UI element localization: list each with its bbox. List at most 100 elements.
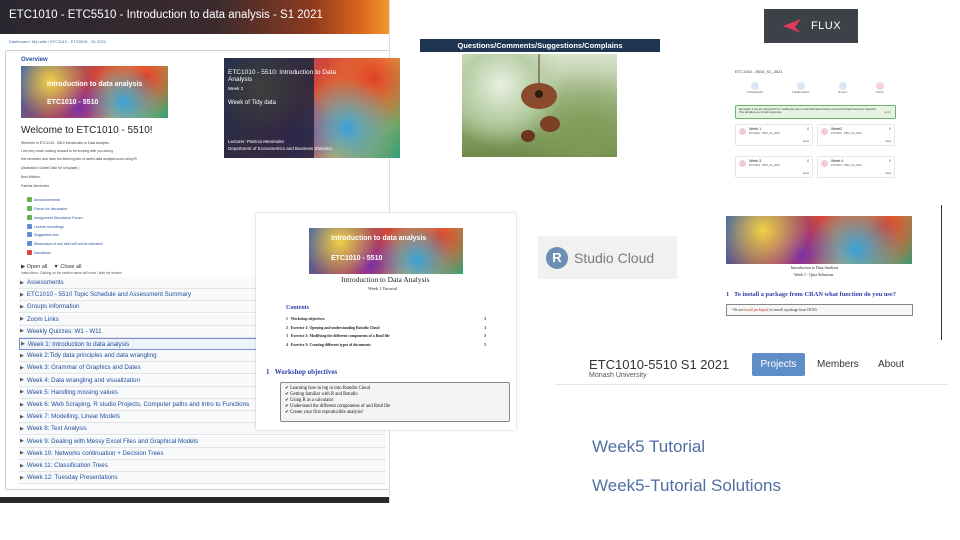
toc-label: 4 Exercise 3: Creating different types o… [286,342,371,347]
open-all-label: Open all [26,264,48,270]
flux-week-card[interactable]: Week 1 ETC1010 - 5510_S1_2021 0 view [735,124,813,146]
flux-week-card[interactable]: Week 4 ETC1010 - 5510_S1_2021 0 view [817,156,895,178]
expand-arrow-icon: ▶ [20,401,24,408]
welcome-heading: Welcome to ETC1010 - 5510! [21,125,153,136]
toc-entry[interactable]: 2 Exercise 1: Opening and understanding … [286,326,486,330]
flux-week-card[interactable]: Week2 ETC1010 - 5510_S1_2021 0 view [817,124,895,146]
section-heading: 1 Workshop objectives [266,368,337,376]
slide-lecturer: Lecturer: Patricia Menéndez [228,139,285,144]
week-icon [739,128,746,135]
resource-label: Misconduct of any kind will not be toler… [34,241,103,246]
answer-text: - We use [731,308,744,312]
flux-course-page: ETC1010 - 5510_S1_2021 Participants Coll… [733,66,898,184]
expand-arrow-icon: ▶ [20,413,24,420]
course-title: ETC1010 - ETC5510 - Introduction to data… [9,9,323,21]
tutorial-banner-title: Introduction to data analysis [331,235,427,242]
forum-icon [27,215,32,220]
section-instructions: Instructions: Clicking on the section na… [21,271,123,275]
tab-members[interactable]: Members [817,359,859,370]
week-count: 0 [807,159,809,163]
objective-text: Create your first reproducible analysis! [290,410,364,416]
week-sub: ETC1010 - 5510_S1_2021 [831,132,862,135]
action-label: Export [838,90,847,94]
week-view-link[interactable]: view [803,139,809,143]
quiz-banner-image [726,216,912,264]
reminder-text: Reminder: If you are using FLUX for mark… [739,108,877,115]
course-section[interactable]: ▶ Week 12: Tuesday Presentations [19,472,386,485]
tab-about[interactable]: About [878,359,904,370]
trash-button[interactable]: Trash [875,82,884,98]
slide-title: ETC1010 - 5510: Introduction to Data Ana… [228,69,337,83]
toc-entry[interactable]: 3 Exercise 2: Modifying the different co… [286,334,486,338]
tutorial-subheading: Week 1 Tutorial [368,286,397,291]
resource-misconduct[interactable]: Misconduct of any kind will not be toler… [27,241,103,246]
section-label: Zoom Links [26,315,59,323]
objective-text: Learning how to log in into Rstudio Clou… [290,386,370,391]
expand-arrow-icon: ▶ [21,341,25,347]
week-name: Week 3 [749,159,762,163]
resource-disclaimer[interactable]: Disclaimer [27,250,51,255]
participants-button[interactable]: Participants [747,82,763,98]
expand-arrow-icon: ▶ [20,303,24,310]
course-section[interactable]: ▶ Week 10: Networks continuation + Decisi… [19,447,386,460]
toc-page: 3 [484,334,486,338]
question-number: 1 [726,291,730,298]
expand-arrow-icon: ▶ [20,438,24,445]
week-view-link[interactable]: view [803,171,809,175]
page-icon [27,241,32,246]
r-logo-icon: R [546,246,568,269]
toc-page: 3 [484,325,486,330]
toc-page: 3 [484,317,486,321]
section-label: Week 4: Data wrangling and visualization [26,376,140,384]
tab-projects[interactable]: Projects [752,353,805,376]
course-section[interactable]: ▶ Week 11: Classification Trees [19,460,386,472]
toc-label: 3 Exercise 2: Modifying the different co… [286,334,390,338]
toc-entry[interactable]: 1 Workshop objectives 3 [286,317,486,321]
resource-forum[interactable]: Forum for discussion [27,206,67,211]
page-footer [0,497,389,503]
resource-lecture-recordings[interactable]: Lecture recordings [27,224,64,229]
week-view-link[interactable]: view [885,139,891,143]
toc-entry[interactable]: 4 Exercise 3: Creating different types o… [286,343,486,347]
close-all-button[interactable]: ▼ Close all [53,264,81,270]
week5-solutions-link[interactable]: Week5-Tutorial Solutions [592,476,781,496]
action-label: Collaborators [791,90,810,94]
section-label: Week 5: Handling missing values [26,388,118,396]
section-label: Assessments [26,279,64,286]
course-section[interactable]: ▶ Week 9: Dealing with Messy Excel Files … [19,435,386,448]
flux-week-card[interactable]: Week 3 ETC1010 - 5510_S1_2021 0 view [735,156,813,178]
action-label: Participants [747,90,764,94]
week-view-link[interactable]: view [885,171,891,175]
collaborators-button[interactable]: Collaborators [792,82,810,98]
week5-tutorial-link[interactable]: Week5 Tutorial [592,437,705,457]
page-icon [27,232,32,237]
week-name: Week 1 [749,127,762,131]
resource-label: Announcements [34,197,60,202]
resource-announcements[interactable]: Announcements [27,197,60,202]
expand-arrow-icon: ▶ [20,328,24,335]
objective-text: Understand the different components of a… [290,404,391,410]
expand-arrow-icon: ▶ [20,377,24,384]
resource-suggestion-box[interactable]: Suggestion box [27,232,59,237]
tutorial-heading: Introduction to Data Analysis [341,275,430,284]
week-name: Week 4 [831,159,844,163]
objective-item: ✔ Create your first reproducible analysi… [285,410,505,416]
export-icon [838,82,847,90]
open-all-button[interactable]: ▶ Open all [21,264,47,270]
resource-assignment-forum[interactable]: Assignment Discussion Forum [27,215,83,220]
slide-department: Department of Econometrics and Business … [228,146,333,151]
section-label: Week 12: Tuesday Presentations [26,474,118,482]
export-button[interactable]: Export [838,82,847,98]
reminder-dismiss-button[interactable]: got it [884,110,891,114]
flux-actions: Participants Collaborators Export Trash [733,82,898,98]
expand-arrow-icon: ▶ [20,389,24,396]
org-title: ETC1010-5510 S1 2021 [589,357,730,372]
expand-arrow-icon: ▶ [20,474,24,481]
breadcrumb[interactable]: Dashboard / My units / ETC1010 - ETC5510… [9,39,106,44]
open-close-controls: ▶ Open all ▼ Close all [21,264,81,270]
overview-label: Overview [21,57,48,63]
week-sub: ETC1010 - 5510_S1_2021 [831,164,862,167]
week-count: 0 [807,127,809,131]
close-all-label: Close all [60,264,82,270]
expand-arrow-icon: ▶ [20,316,24,323]
